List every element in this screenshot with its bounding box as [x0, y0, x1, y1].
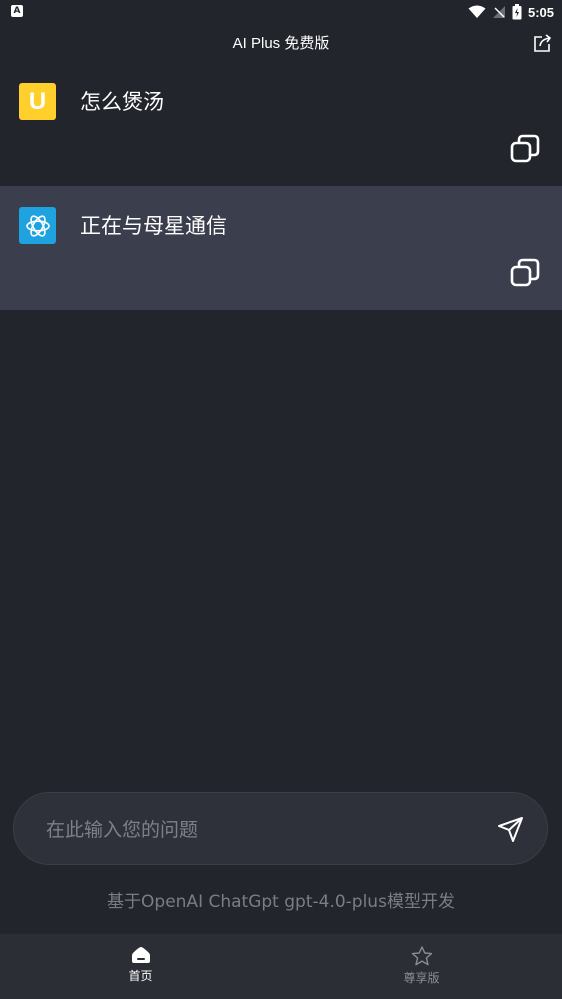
notification-icon: A [11, 5, 23, 17]
share-icon [534, 34, 552, 52]
signal-icon [492, 6, 505, 18]
wifi-icon [468, 5, 486, 18]
nav-item-home[interactable]: 首页 [0, 934, 281, 999]
send-button[interactable] [497, 815, 525, 843]
model-info-text: 基于OpenAI ChatGpt gpt-4.0-plus模型开发 [107, 892, 455, 912]
status-time: 5:05 [527, 4, 554, 20]
question-input[interactable] [44, 793, 468, 866]
question-input-bar [13, 792, 548, 866]
status-bar: A 5:05 [0, 0, 562, 24]
message-text: 正在与母星通信 [80, 214, 227, 238]
status-icons: 5:05 [468, 2, 554, 22]
copy-button[interactable] [510, 134, 540, 164]
star-icon [411, 946, 432, 966]
nav-label: 尊享版 [403, 971, 440, 985]
openai-logo-icon [25, 214, 50, 237]
message-text: 怎么煲汤 [80, 90, 164, 114]
user-avatar: U [19, 83, 56, 120]
nav-label: 首页 [128, 969, 153, 983]
message-user: U 怎么煲汤 [0, 62, 562, 186]
share-button[interactable] [532, 32, 554, 54]
ai-avatar [19, 207, 56, 244]
home-icon [131, 947, 150, 963]
nav-item-vip[interactable]: 尊享版 [281, 934, 562, 999]
battery-icon [512, 4, 522, 20]
page-title: AI Plus 免费版 [232, 35, 330, 52]
copy-button[interactable] [510, 258, 540, 288]
app-bar: AI Plus 免费版 [0, 24, 562, 62]
message-ai: 正在与母星通信 [0, 186, 562, 310]
bottom-nav: 首页 尊享版 [0, 934, 562, 999]
